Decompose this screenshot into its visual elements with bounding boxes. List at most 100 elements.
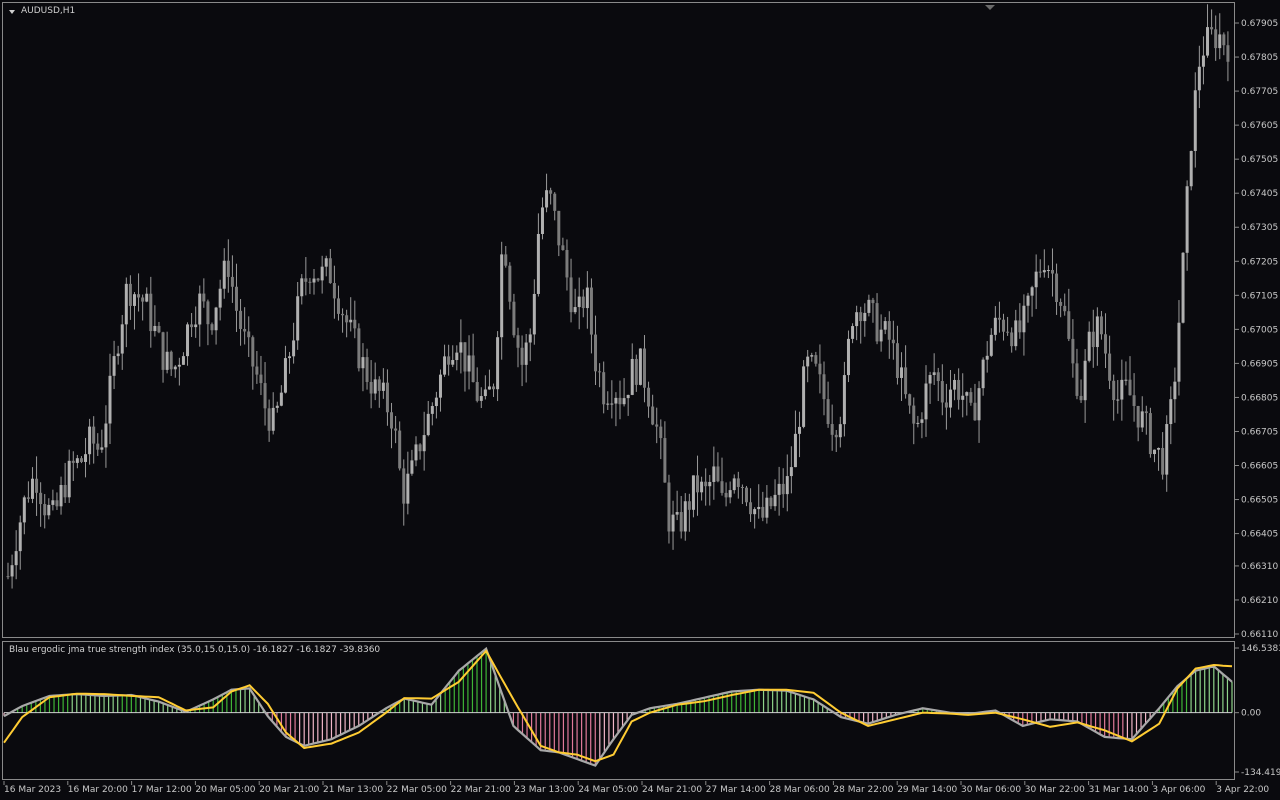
time-axis-label: 27 Mar 14:00 [706,785,766,795]
candle-body [924,383,928,420]
candle-body [655,424,659,427]
time-axis-label: 22 Mar 05:00 [387,785,447,795]
candle-body [883,321,887,330]
candle-body [1157,447,1161,450]
candle-body [757,506,761,510]
candle-body [1018,320,1022,333]
candle-body [79,458,83,462]
candle-body [463,342,467,372]
candle-body [1144,411,1148,414]
candle-body [120,324,124,354]
price-axis-label: 0.66310 [1241,562,1278,572]
candle-body [455,352,459,361]
time-axis-label: 16 Mar 20:00 [68,785,128,795]
price-axis-label: 0.67205 [1241,257,1278,267]
candle-body [96,443,100,450]
candle-body [116,353,120,357]
price-axis-label: 0.66705 [1241,427,1278,437]
candle-body [1034,271,1038,288]
candle-body [989,334,993,356]
price-axis-label: 0.67305 [1241,223,1278,233]
candle-body [263,383,267,409]
candle-body [879,329,883,342]
candle-body [422,435,426,452]
candle-body [822,374,826,400]
candle-body [247,331,251,338]
candle-body [1042,270,1046,273]
candle-body [753,509,757,515]
candle-body [365,357,369,382]
candle-body [638,348,642,385]
candle-body [773,494,777,507]
time-axis-label: 3 Apr 22:00 [1216,785,1269,795]
candle-body [1165,424,1169,475]
candle-body [614,397,618,404]
candle-body [447,356,451,365]
candle-body [1071,338,1075,364]
candle-body [63,485,67,498]
candle-body [124,283,128,325]
candle-body [300,278,304,297]
candle-body [1046,270,1050,272]
candle-body [165,351,169,370]
candle-body [969,392,973,403]
candle-body [944,402,948,408]
candle-body [512,301,516,336]
time-axis-label: 30 Mar 22:00 [1025,785,1085,795]
candle-body [818,363,822,375]
candle-body [71,460,75,463]
candle-body [451,360,455,365]
candle-body [308,281,312,283]
candle-body [259,374,263,384]
candle-body [1050,270,1054,274]
price-axis-label: 0.67505 [1241,155,1278,165]
candle-body [149,293,153,332]
candle-body [1010,332,1014,347]
candle-body [418,444,422,452]
candle-body [467,355,471,372]
candle-body [345,315,349,323]
candle-body [957,379,961,400]
candle-body [1132,395,1136,407]
candle-body [598,371,602,373]
candle-body [1059,302,1063,306]
candle-body [777,483,781,495]
candle-body [577,296,581,308]
candle-body [806,356,810,367]
candle-body [981,359,985,389]
candle-body [214,307,218,331]
candle-body [161,332,165,370]
candle-body [177,364,181,367]
time-axis-label: 24 Mar 21:00 [642,785,702,795]
candle-body [928,375,932,384]
price-axis-label: 0.66210 [1241,596,1278,606]
candle-body [1222,34,1226,46]
candle-body [602,372,606,405]
candle-body [132,294,136,306]
candle-body [524,342,528,365]
candle-body [618,397,622,405]
candle-body [851,326,855,339]
candle-body [1210,27,1214,30]
candle-body [581,296,585,309]
time-axis-label: 24 Mar 05:00 [578,785,638,795]
candle-body [267,408,271,431]
candle-body [336,298,340,314]
candle-body [479,396,483,401]
candle-body [553,193,557,211]
trading-terminal: AUDUSD,H1 Blau ergodic jma true strength… [0,0,1280,800]
candle-body [304,278,308,282]
candle-body [369,381,373,394]
candle-body [704,481,708,487]
candle-body [1030,287,1034,296]
candle-body [157,325,161,333]
candle-body [279,392,283,406]
time-axis-label: 29 Mar 14:00 [897,785,957,795]
candle-body [226,260,230,277]
candle-body [43,504,47,516]
time-axis-label: 20 Mar 21:00 [259,785,319,795]
candle-body [385,382,389,413]
candle-body [1173,381,1177,400]
candle-body [781,483,785,495]
price-axis-label: 0.67705 [1241,87,1278,97]
